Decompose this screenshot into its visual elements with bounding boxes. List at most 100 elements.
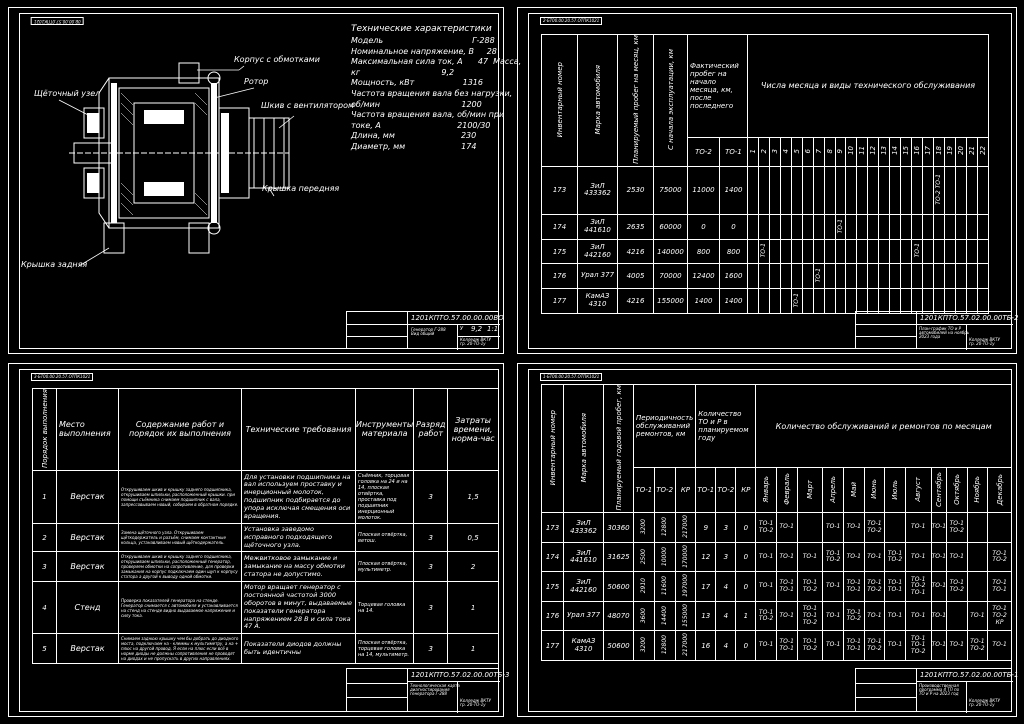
spec-line: Частота вращения вала, об/мин при xyxy=(351,110,505,120)
cell-month: ТО-1 xyxy=(930,571,948,602)
corner-code: 3-БТ00.00.20.57.ОТПК1021 xyxy=(31,373,94,381)
cell-to1: 1600 xyxy=(719,263,748,290)
cell-month: ТО-1 xyxy=(842,541,865,573)
table-row: 176 Урал 377 48070 3600 14400 155000 13 4 1 ТО-1 … xyxy=(541,600,1012,632)
header-label: Август xyxy=(914,477,923,502)
cell-month: ТО-1 xyxy=(822,512,844,543)
cell-time: 2 xyxy=(447,551,499,583)
header-label: 10000 xyxy=(661,546,669,566)
header-label: 17 xyxy=(923,146,932,156)
spec-line: Номинальное напряжение, В 28 xyxy=(351,46,497,56)
cell-month: ТО-1 xyxy=(930,541,948,573)
cell-inv: 175 xyxy=(541,571,564,602)
cell-since: 75000 xyxy=(653,165,688,215)
header-subcol: КР xyxy=(735,467,757,514)
cell-month: ТО-1 xyxy=(755,571,777,602)
cell-day xyxy=(823,213,836,240)
cell-inv: 174 xyxy=(541,541,564,573)
cell-month: ТО-1 ТО-2 xyxy=(884,541,906,573)
monthly-plan-table: Инвентарный номер Марка автомобиля Планиру… xyxy=(541,34,990,314)
cell-month: ТО-1 xyxy=(863,600,886,632)
cell-month xyxy=(884,512,906,543)
cell-day xyxy=(954,288,967,314)
cell-day xyxy=(878,238,891,265)
cell-day xyxy=(922,165,934,215)
cell-month: ТО-1 ТО-2 xyxy=(796,630,824,661)
header-month: Сентябрь xyxy=(930,467,948,514)
header-label: 12800 xyxy=(661,517,669,537)
header-day: 5 xyxy=(790,136,803,167)
header-month: Июль xyxy=(884,467,906,514)
stamp-name: Технологическая карта диагностирования г… xyxy=(410,683,460,696)
cell-day xyxy=(845,165,858,215)
cell-req: Мотор вращает генератор с постоянной час… xyxy=(241,581,356,635)
table-row: 174 ЗиЛ 441610 31625 2500 10000 170000 12 3 0 ТО-… xyxy=(541,541,1012,573)
cell-month: ТО-1 ТО-1 xyxy=(987,571,1012,602)
cell-period: 217000 xyxy=(674,630,697,661)
cell-month: ТО-1 xyxy=(775,600,798,632)
table-row: 176 Урал 377 4005 70000 12400 1600 ТО-1 xyxy=(541,263,990,290)
header-to1: ТО-1 xyxy=(719,136,748,167)
cell-period: 12800 xyxy=(653,630,676,661)
callout-brush: Щёточный узел xyxy=(34,89,101,98)
cell-month: ТО-1 ТО-2 xyxy=(946,571,968,602)
cell-day xyxy=(812,288,825,314)
cell-period: 3200 xyxy=(633,630,655,661)
cell-day xyxy=(823,288,836,314)
cell-period: 2910 xyxy=(633,571,655,602)
cell-period: 155000 xyxy=(674,600,697,632)
header-place: Место выполнения xyxy=(56,388,119,471)
cell-annual: 50600 xyxy=(603,630,634,661)
header-label: 5 xyxy=(792,149,801,154)
cell-day xyxy=(878,213,891,240)
header-label: 3600 xyxy=(640,607,648,623)
header-label: 2 xyxy=(759,149,768,154)
table-row: 174 ЗиЛ 441610 2635 60000 0 0 ТО-1 xyxy=(541,213,990,240)
cell-day xyxy=(779,165,792,215)
cell-count: 0 xyxy=(735,630,757,661)
cell-tools: Плоская отвёртка, торцевая головка на 14… xyxy=(354,633,415,665)
cell-count: 0 xyxy=(735,512,757,543)
header-label: 16 xyxy=(913,146,922,156)
spec-line: токе, А 2100/30 xyxy=(351,120,491,130)
header-req: Технические требования xyxy=(241,388,356,471)
cell-month: ТО-1 ТО-2 xyxy=(863,512,886,543)
cell-grade: 3 xyxy=(413,581,449,635)
table-row: 175 ЗиЛ 442160 50600 2910 11600 197000 17 4 0 ТО-… xyxy=(541,571,1012,602)
cell-content: Замена щёточного узла. Открушиваем щётко… xyxy=(118,522,242,553)
header-label: ТО-1 xyxy=(815,268,823,283)
cell-brand: КамАЗ 4310 xyxy=(577,288,618,314)
stamp-name: Генератор Г-288 Вид общий xyxy=(411,327,446,336)
cell-brand: ЗиЛ 442160 xyxy=(577,238,618,265)
cell-day xyxy=(965,213,978,240)
cell-day xyxy=(911,288,923,314)
cell-count: 4 xyxy=(715,600,737,632)
stamp-code: 1201КПТО.57.00.00.00ВО xyxy=(411,314,504,322)
cell-day xyxy=(954,165,967,215)
cell-day xyxy=(954,238,967,265)
cell-brand: ЗиЛ 433362 xyxy=(577,165,618,215)
cell-count: 16 xyxy=(695,630,717,661)
cell-num: 1 xyxy=(32,469,57,524)
title-block: 1201КПТО.57.02.00.00ТБ-3 Технологическая… xyxy=(346,668,509,713)
header-subcol: ТО-2 xyxy=(715,467,737,514)
cell-to2: 1400 xyxy=(687,288,720,314)
cell-inv: 175 xyxy=(541,238,578,265)
cell-count: 3 xyxy=(715,541,737,573)
cell-month xyxy=(987,512,1012,543)
spec-title: Технические характеристики xyxy=(351,24,492,34)
cell-count: 0 xyxy=(735,571,757,602)
corner-code: 0В.00.00.57.0ТПК1021 xyxy=(31,17,84,25)
cell-month: ТО-1 ТО-2 xyxy=(966,630,989,661)
header-label: 11600 xyxy=(661,576,669,596)
cell-brand: ЗиЛ 441610 xyxy=(563,541,604,573)
header-label: Марка автомобиля xyxy=(593,64,602,135)
cell-day xyxy=(900,238,913,265)
header-content: Содержание работ и порядок их выполнения xyxy=(118,388,242,471)
cell-month: ТО-1 xyxy=(946,541,968,573)
callout-front-cover: Крышка передняя xyxy=(262,184,340,193)
cell-inv: 173 xyxy=(541,512,564,543)
cell-period: 11600 xyxy=(653,571,676,602)
cell-day xyxy=(867,263,880,290)
cell-day xyxy=(965,238,978,265)
